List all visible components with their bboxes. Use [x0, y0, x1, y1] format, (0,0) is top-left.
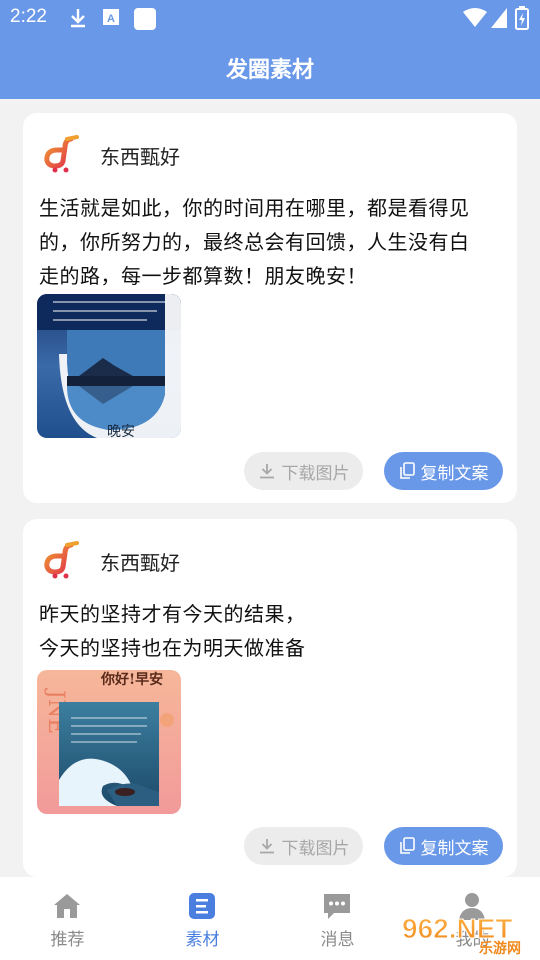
download-label: 下载图片 — [281, 463, 350, 484]
tab-label: 素材 — [185, 930, 220, 950]
svg-text:A: A — [107, 13, 115, 25]
app-header: 2:22 A 发圈素材 — [0, 0, 540, 99]
font-icon: A — [103, 9, 119, 25]
signal-icon — [491, 8, 507, 28]
post-card: 东西甄好 生活就是如此，你的时间用在哪里，都是看得见 的，你所努力的，最终总会有… — [23, 113, 517, 503]
status-bar: 2:22 A — [0, 0, 540, 36]
post-image[interactable]: 晚安 — [37, 294, 181, 438]
watermark-logo: 962.NET 乐游网 — [402, 913, 522, 957]
wifi-icon — [463, 8, 487, 27]
post-text: 昨天的坚持才有今天的结果， 今天的坚持也在为明天做准备 — [39, 602, 306, 660]
copy-text-button[interactable]: 复制文案 — [384, 827, 503, 865]
status-time: 2:22 — [10, 6, 47, 27]
night-lake-image: 晚安 — [37, 294, 181, 438]
home-icon — [54, 894, 80, 918]
tab-recommend[interactable]: 推荐 — [0, 877, 135, 960]
tab-messages[interactable]: 消息 — [270, 877, 405, 960]
post-username: 东西甄好 — [100, 145, 180, 169]
image-caption: 晚安 — [107, 424, 135, 438]
app-notification-icon — [134, 8, 156, 30]
image-caption: 你好!早安 — [100, 671, 163, 688]
post-image[interactable]: JNE 你好!早安 — [37, 670, 181, 814]
copy-label: 复制文案 — [420, 838, 489, 859]
watermark-text: 962.NET — [402, 913, 513, 944]
material-icon — [189, 893, 215, 919]
download-icon — [71, 9, 85, 28]
copy-text-button[interactable]: 复制文案 — [384, 452, 503, 490]
download-label: 下载图片 — [281, 838, 350, 859]
tab-label: 消息 — [320, 930, 355, 950]
copy-icon — [399, 837, 415, 854]
shop-logo-icon — [44, 541, 79, 579]
post-username: 东西甄好 — [100, 551, 180, 575]
post-text: 生活就是如此，你的时间用在哪里，都是看得见 的，你所努力的，最终总会有回馈，人生… — [39, 196, 470, 288]
tab-material[interactable]: 素材 — [135, 877, 270, 960]
page-title: 发圈素材 — [225, 58, 314, 83]
battery-icon — [515, 6, 529, 30]
copy-label: 复制文案 — [420, 463, 489, 484]
post-card: 东西甄好 昨天的坚持才有今天的结果， 今天的坚持也在为明天做准备 JNE 你好!… — [23, 519, 517, 877]
download-image-button[interactable]: 下载图片 — [244, 827, 363, 865]
message-icon — [324, 894, 350, 919]
watermark-subtext: 乐游网 — [479, 940, 521, 956]
shop-logo-icon — [44, 135, 79, 173]
copy-icon — [399, 462, 415, 479]
ocean-wave-image: JNE 你好!早安 — [37, 670, 181, 814]
tab-label: 推荐 — [50, 930, 85, 950]
download-icon — [259, 464, 274, 479]
download-image-button[interactable]: 下载图片 — [244, 452, 363, 490]
download-icon — [259, 839, 274, 854]
